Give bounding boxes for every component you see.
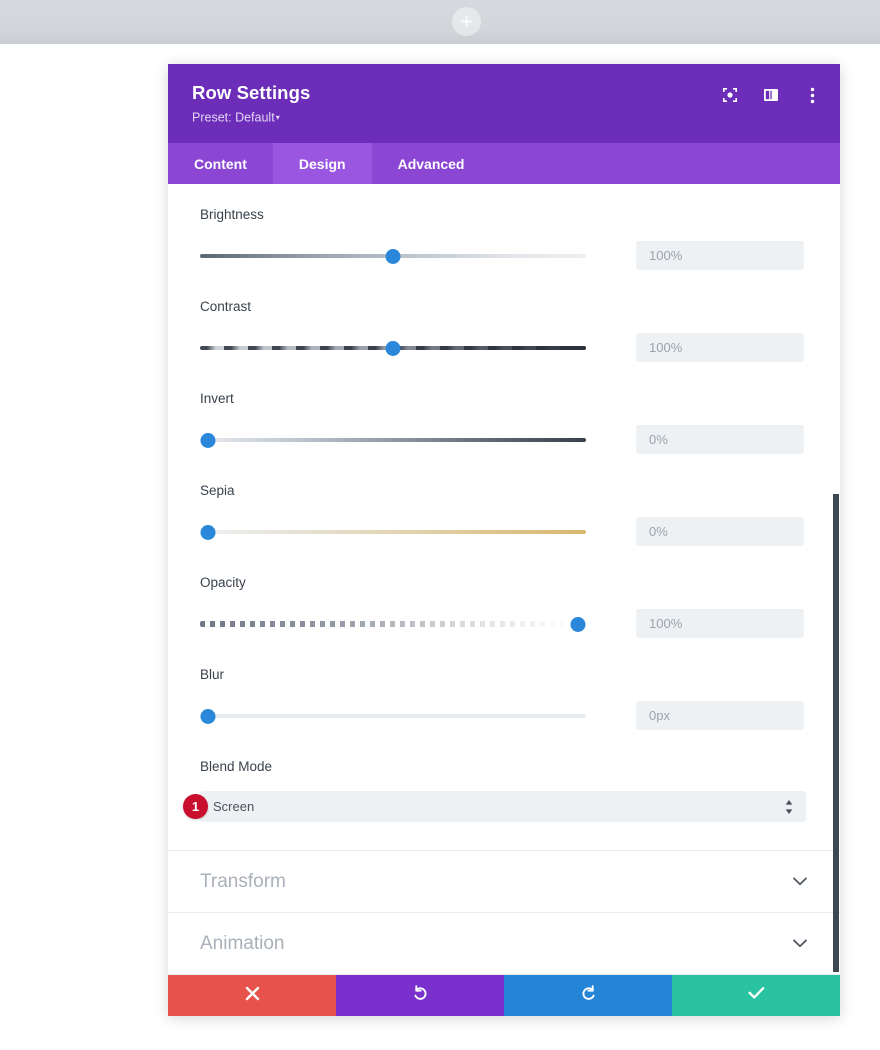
chevron-down-icon[interactable] [792,936,808,952]
slider-track [200,620,586,627]
section-title: Animation [200,932,285,954]
slider-thumb[interactable] [385,340,401,356]
sepia-value-input[interactable] [636,517,804,546]
cancel-button[interactable] [168,975,336,1016]
blend-mode-select[interactable]: Screen [200,791,806,822]
blur-slider[interactable] [200,706,586,726]
contrast-slider[interactable] [200,338,586,358]
redo-button[interactable] [504,975,672,1016]
control-sepia: Sepia [168,482,840,546]
slider-track [200,529,586,534]
slider-thumb[interactable] [200,708,216,724]
opacity-slider[interactable] [200,614,586,634]
opacity-value-input[interactable] [636,609,804,638]
slider-thumb[interactable] [200,524,216,540]
tab-advanced[interactable]: Advanced [372,143,491,184]
chevron-down-icon[interactable] [792,874,808,890]
control-opacity: Opacity [168,574,840,638]
more-vertical-icon[interactable] [802,85,822,105]
control-blur: Blur [168,666,840,730]
layout-columns-icon[interactable] [761,85,781,105]
row-settings-panel: Row Settings Preset: Default▾ Content De… [168,64,840,1016]
check-icon [747,986,765,1005]
redo-icon [580,984,597,1007]
control-label: Brightness [200,207,264,222]
slider-track [200,713,586,718]
control-contrast: Contrast [168,298,840,362]
control-label: Invert [200,391,234,406]
preset-label: Preset: Default [192,110,275,125]
panel-body: Brightness Contrast [168,184,840,1016]
focus-target-icon[interactable] [720,85,740,105]
slider-thumb[interactable] [385,248,401,264]
contrast-value-input[interactable] [636,333,804,362]
undo-icon [412,984,429,1007]
section-animation[interactable]: Animation [168,913,840,974]
slider-thumb[interactable] [570,616,586,632]
panel-footer [168,975,840,1016]
brightness-slider[interactable] [200,246,586,266]
blur-value-input[interactable] [636,701,804,730]
sepia-slider[interactable] [200,522,586,542]
control-label: Opacity [200,575,246,590]
status-badge: 1 [183,794,208,819]
invert-slider[interactable] [200,430,586,450]
add-section-button[interactable] [452,7,481,36]
slider-thumb[interactable] [200,432,216,448]
slider-track [200,437,586,442]
section-title: Transform [200,870,286,892]
tab-design[interactable]: Design [272,143,372,184]
section-transform[interactable]: Transform [168,851,840,912]
close-x-icon [245,986,260,1006]
tab-bar: Content Design Advanced [168,143,840,184]
panel-header: Row Settings Preset: Default▾ [168,64,840,143]
control-label: Blur [200,667,225,682]
invert-value-input[interactable] [636,425,804,454]
control-label: Blend Mode [200,759,273,774]
control-brightness: Brightness [168,206,840,270]
control-invert: Invert [168,390,840,454]
brightness-value-input[interactable] [636,241,804,270]
top-toolbar [0,0,880,44]
preset-selector[interactable]: Preset: Default▾ [192,110,818,126]
panel-scrollbar-thumb[interactable] [833,494,839,972]
plus-icon [460,15,473,28]
save-button[interactable] [672,975,840,1016]
control-label: Sepia [200,483,235,498]
tab-content[interactable]: Content [168,143,273,184]
header-icon-group [720,85,822,105]
chevron-down-icon: ▾ [275,113,280,122]
control-label: Contrast [200,299,252,314]
undo-button[interactable] [336,975,504,1016]
control-blend-mode: Blend Mode 1 Screen [168,758,840,850]
